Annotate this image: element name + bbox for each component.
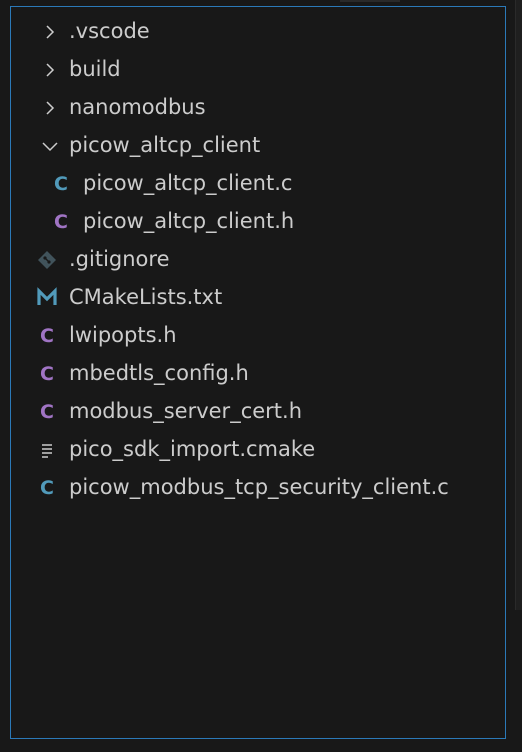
tree-item-label: CMakeLists.txt [69,285,223,309]
tree-item-modbus-server-cert-h[interactable]: C modbus_server_cert.h [11,393,505,431]
tree-item-lwipopts-h[interactable]: C lwipopts.h [11,317,505,355]
tree-item-label: build [69,57,121,81]
c-file-icon: C [40,477,54,499]
c-file-icon: C [54,173,68,195]
tree-item-mbedtls-config-h[interactable]: C mbedtls_config.h [11,355,505,393]
tree-item-pico-sdk-import[interactable]: pico_sdk_import.cmake [11,431,505,469]
tree-item-label: picow_altcp_client.c [83,171,293,195]
tree-item-label: picow_altcp_client [69,133,261,157]
tree-item-label: mbedtls_config.h [69,361,249,385]
tree-item-cmakelists[interactable]: CMakeLists.txt [11,279,505,317]
tree-item-build-folder[interactable]: build [11,51,505,89]
tree-item-picow-altcp-client-folder[interactable]: picow_altcp_client [11,127,505,165]
tree-item-label: .gitignore [69,247,170,271]
tree-item-label: picow_modbus_tcp_security_client.c [69,475,449,499]
text-lines-icon [42,444,52,458]
chevron-right-icon[interactable] [40,60,60,80]
tree-item-label: picow_altcp_client.h [83,209,295,233]
chevron-down-icon[interactable] [40,136,60,156]
tree-item-label: .vscode [69,19,150,43]
file-explorer-panel: .vscode build nanomodbus picow_altcp_cli… [10,6,506,739]
tree-item-vscode-folder[interactable]: .vscode [11,13,505,51]
chevron-right-icon[interactable] [40,98,60,118]
git-icon [38,251,56,269]
file-tree: .vscode build nanomodbus picow_altcp_cli… [11,13,505,507]
tree-item-nanomodbus-folder[interactable]: nanomodbus [11,89,505,127]
tree-item-label: modbus_server_cert.h [69,399,303,423]
scrollbar-track[interactable] [515,0,522,610]
chevron-right-icon[interactable] [40,22,60,42]
tree-item-picow-altcp-client-c[interactable]: C picow_altcp_client.c [11,165,505,203]
tree-item-label: lwipopts.h [69,323,177,347]
tree-item-picow-altcp-client-h[interactable]: C picow_altcp_client.h [11,203,505,241]
tree-item-picow-modbus-tcp-security-client-c[interactable]: C picow_modbus_tcp_security_client.c [11,469,505,507]
h-file-icon: C [54,211,68,233]
tree-item-label: nanomodbus [69,95,206,119]
tree-item-gitignore[interactable]: .gitignore [11,241,505,279]
cmake-icon [37,287,57,305]
h-file-icon: C [40,401,54,423]
top-edge-fragment [340,0,400,2]
h-file-icon: C [40,363,54,385]
h-file-icon: C [40,325,54,347]
tree-item-label: pico_sdk_import.cmake [69,437,316,461]
